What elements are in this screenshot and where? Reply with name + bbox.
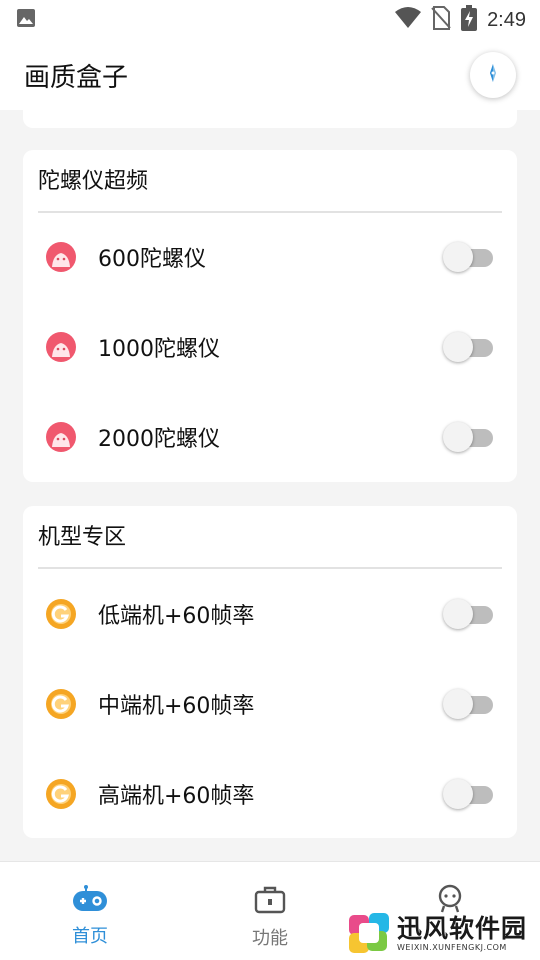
app-title: 画质盒子 bbox=[24, 62, 129, 93]
previous-card bbox=[23, 110, 517, 128]
image-icon bbox=[16, 8, 36, 32]
list-item[interactable]: 高端机+60帧率 bbox=[23, 749, 517, 839]
toggle-switch[interactable] bbox=[443, 421, 493, 453]
list-item[interactable]: 低端机+60帧率 bbox=[23, 569, 517, 659]
toolbox-icon bbox=[254, 884, 286, 918]
list-item[interactable]: 2000陀螺仪 bbox=[23, 392, 517, 482]
compass-icon bbox=[482, 62, 504, 88]
section-title: 陀螺仪超频 bbox=[38, 169, 149, 194]
nav-label: 功能 bbox=[252, 928, 288, 949]
section-gyro: 陀螺仪超频 600陀螺仪 1000陀螺仪 2000陀螺仪 bbox=[23, 150, 517, 482]
toggle-switch[interactable] bbox=[443, 241, 493, 273]
app-bar: 画质盒子 bbox=[0, 40, 540, 110]
game-avatar-icon bbox=[45, 331, 77, 363]
orange-g-icon bbox=[45, 688, 77, 720]
nav-label: 首页 bbox=[72, 926, 108, 947]
game-avatar-icon bbox=[45, 241, 77, 273]
toggle-switch[interactable] bbox=[443, 688, 493, 720]
item-label: 1000陀螺仪 bbox=[98, 337, 220, 362]
status-time: 2:49 bbox=[487, 8, 526, 31]
item-label: 高端机+60帧率 bbox=[98, 784, 255, 809]
toggle-switch[interactable] bbox=[443, 331, 493, 363]
toggle-switch[interactable] bbox=[443, 778, 493, 810]
section-device: 机型专区 低端机+60帧率 中端机+60帧率 高端机+60帧率 bbox=[23, 506, 517, 838]
watermark: 迅风软件园 WEIXIN.XUNFENGKJ.COM bbox=[347, 910, 537, 956]
list-item[interactable]: 600陀螺仪 bbox=[23, 212, 517, 302]
compass-button[interactable] bbox=[470, 52, 516, 98]
list-item[interactable]: 中端机+60帧率 bbox=[23, 659, 517, 749]
item-label: 2000陀螺仪 bbox=[98, 427, 220, 452]
toggle-switch[interactable] bbox=[443, 598, 493, 630]
orange-g-icon bbox=[45, 598, 77, 630]
nav-home[interactable]: 首页 bbox=[0, 862, 180, 960]
battery-charging-icon bbox=[461, 5, 478, 35]
no-sim-icon bbox=[431, 6, 451, 34]
item-label: 600陀螺仪 bbox=[98, 247, 206, 272]
watermark-name: 迅风软件园 bbox=[397, 913, 528, 943]
content-scroll[interactable]: 陀螺仪超频 600陀螺仪 1000陀螺仪 2000陀螺仪 机型专区 低端机+60… bbox=[0, 110, 540, 860]
game-avatar-icon bbox=[45, 421, 77, 453]
nav-functions[interactable]: 功能 bbox=[180, 862, 360, 960]
wifi-icon bbox=[395, 7, 422, 33]
item-label: 低端机+60帧率 bbox=[98, 604, 255, 629]
watermark-logo-icon bbox=[347, 911, 391, 955]
item-label: 中端机+60帧率 bbox=[98, 694, 255, 719]
orange-g-icon bbox=[45, 778, 77, 810]
status-bar: 2:49 bbox=[0, 0, 540, 40]
section-title: 机型专区 bbox=[38, 525, 127, 550]
gamepad-icon bbox=[72, 884, 108, 916]
list-item[interactable]: 1000陀螺仪 bbox=[23, 302, 517, 392]
watermark-url: WEIXIN.XUNFENGKJ.COM bbox=[397, 942, 507, 952]
